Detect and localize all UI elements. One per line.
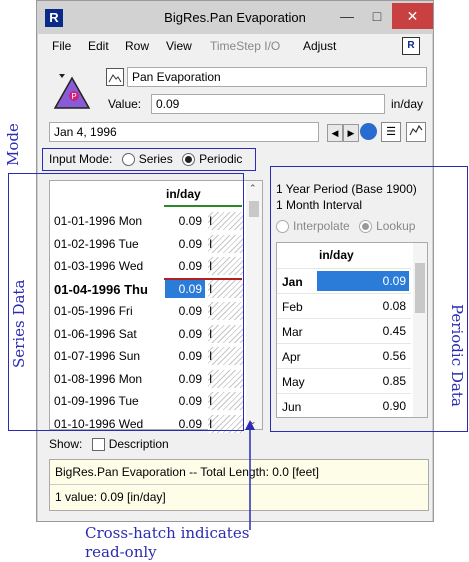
reservoir-object-icon: P (53, 74, 91, 109)
show-label: Show: (49, 437, 83, 451)
info-line-1: BigRes.Pan Evaporation -- Total Length: … (55, 465, 319, 479)
picture-icon[interactable] (106, 68, 124, 86)
periodic-data-annotation-box (270, 166, 468, 432)
minimize-button[interactable]: — (333, 3, 361, 29)
close-button[interactable]: ✕ (392, 3, 433, 29)
menu-view[interactable]: View (166, 39, 192, 53)
description-label[interactable]: Description (109, 437, 169, 451)
svg-text:P: P (71, 92, 76, 101)
show-row: Show: Description (49, 437, 169, 452)
list-view-icon[interactable]: ☰ (381, 122, 401, 142)
title-bar[interactable]: R BigRes.Pan Evaporation — □ ✕ (37, 1, 433, 34)
mode-annotation-label: Mode (4, 123, 22, 166)
description-checkbox[interactable] (91, 438, 105, 452)
menu-row[interactable]: Row (125, 39, 149, 53)
crosshatch-annotation-line-1: Cross-hatch indicates (85, 524, 250, 542)
scroll-thumb[interactable] (249, 201, 259, 217)
riverware-menu-icon[interactable]: R (402, 37, 420, 55)
series-scrollbar[interactable]: ⌃ ⌄ (246, 181, 262, 429)
mode-annotation-box (42, 148, 256, 171)
info-line-2: 1 value: 0.09 [in/day] (55, 490, 166, 504)
series-data-annotation-box (8, 173, 244, 431)
date-field[interactable]: Jan 4, 1996 (49, 122, 319, 142)
menu-timestep-io[interactable]: TimeStep I/O (210, 39, 280, 53)
annotation-arrow (245, 420, 255, 530)
menu-edit[interactable]: Edit (88, 39, 109, 53)
info-panel: BigRes.Pan Evaporation -- Total Length: … (49, 459, 429, 511)
value-label: Value: (108, 97, 142, 111)
globe-icon[interactable] (360, 123, 377, 140)
crosshatch-annotation-line-2: read-only (85, 543, 157, 561)
next-date-button[interactable]: ▶ (343, 124, 359, 142)
info-separator (50, 484, 428, 485)
plot-icon[interactable] (406, 122, 426, 142)
menu-file[interactable]: File (52, 39, 71, 53)
maximize-button[interactable]: □ (363, 3, 391, 29)
previous-date-button[interactable]: ◀ (327, 124, 343, 142)
menu-adjust[interactable]: Adjust (303, 39, 336, 53)
series-data-annotation-label: Series Data (10, 279, 28, 368)
periodic-data-annotation-label: Periodic Data (448, 304, 466, 407)
scroll-up-icon[interactable]: ⌃ (249, 183, 257, 194)
units-label: in/day (391, 97, 424, 111)
slot-name-field[interactable]: Pan Evaporation (127, 67, 427, 87)
menu-bar: File Edit Row View TimeStep I/O Adjust R (38, 34, 432, 58)
value-field[interactable]: 0.09 (151, 94, 385, 114)
